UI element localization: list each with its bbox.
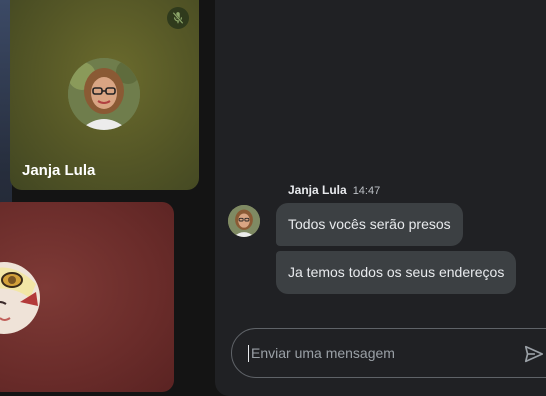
- avatar: [228, 205, 260, 237]
- message-time: 14:47: [352, 185, 381, 197]
- chat-message: Todos vocês serão presos: [276, 203, 463, 246]
- message-composer[interactable]: Enviar uma mensagem: [231, 328, 546, 378]
- send-icon[interactable]: [522, 342, 546, 366]
- chat-message: Ja temos todos os seus endereços: [276, 251, 517, 294]
- participant-name: Janja Lula: [22, 162, 96, 179]
- chat-panel: Janja Lula 14:47 Todos vocês serão presos…: [215, 0, 546, 396]
- message-input[interactable]: Enviar uma mensagem: [248, 345, 395, 362]
- avatar: [0, 262, 40, 334]
- message-header: Janja Lula 14:47: [288, 183, 380, 197]
- participant-tile-janja[interactable]: Janja Lula: [10, 0, 199, 190]
- mic-off-icon: [167, 7, 189, 29]
- message-sender: Janja Lula: [288, 183, 347, 197]
- participant-tile-2[interactable]: [0, 202, 174, 392]
- avatar: [68, 58, 140, 130]
